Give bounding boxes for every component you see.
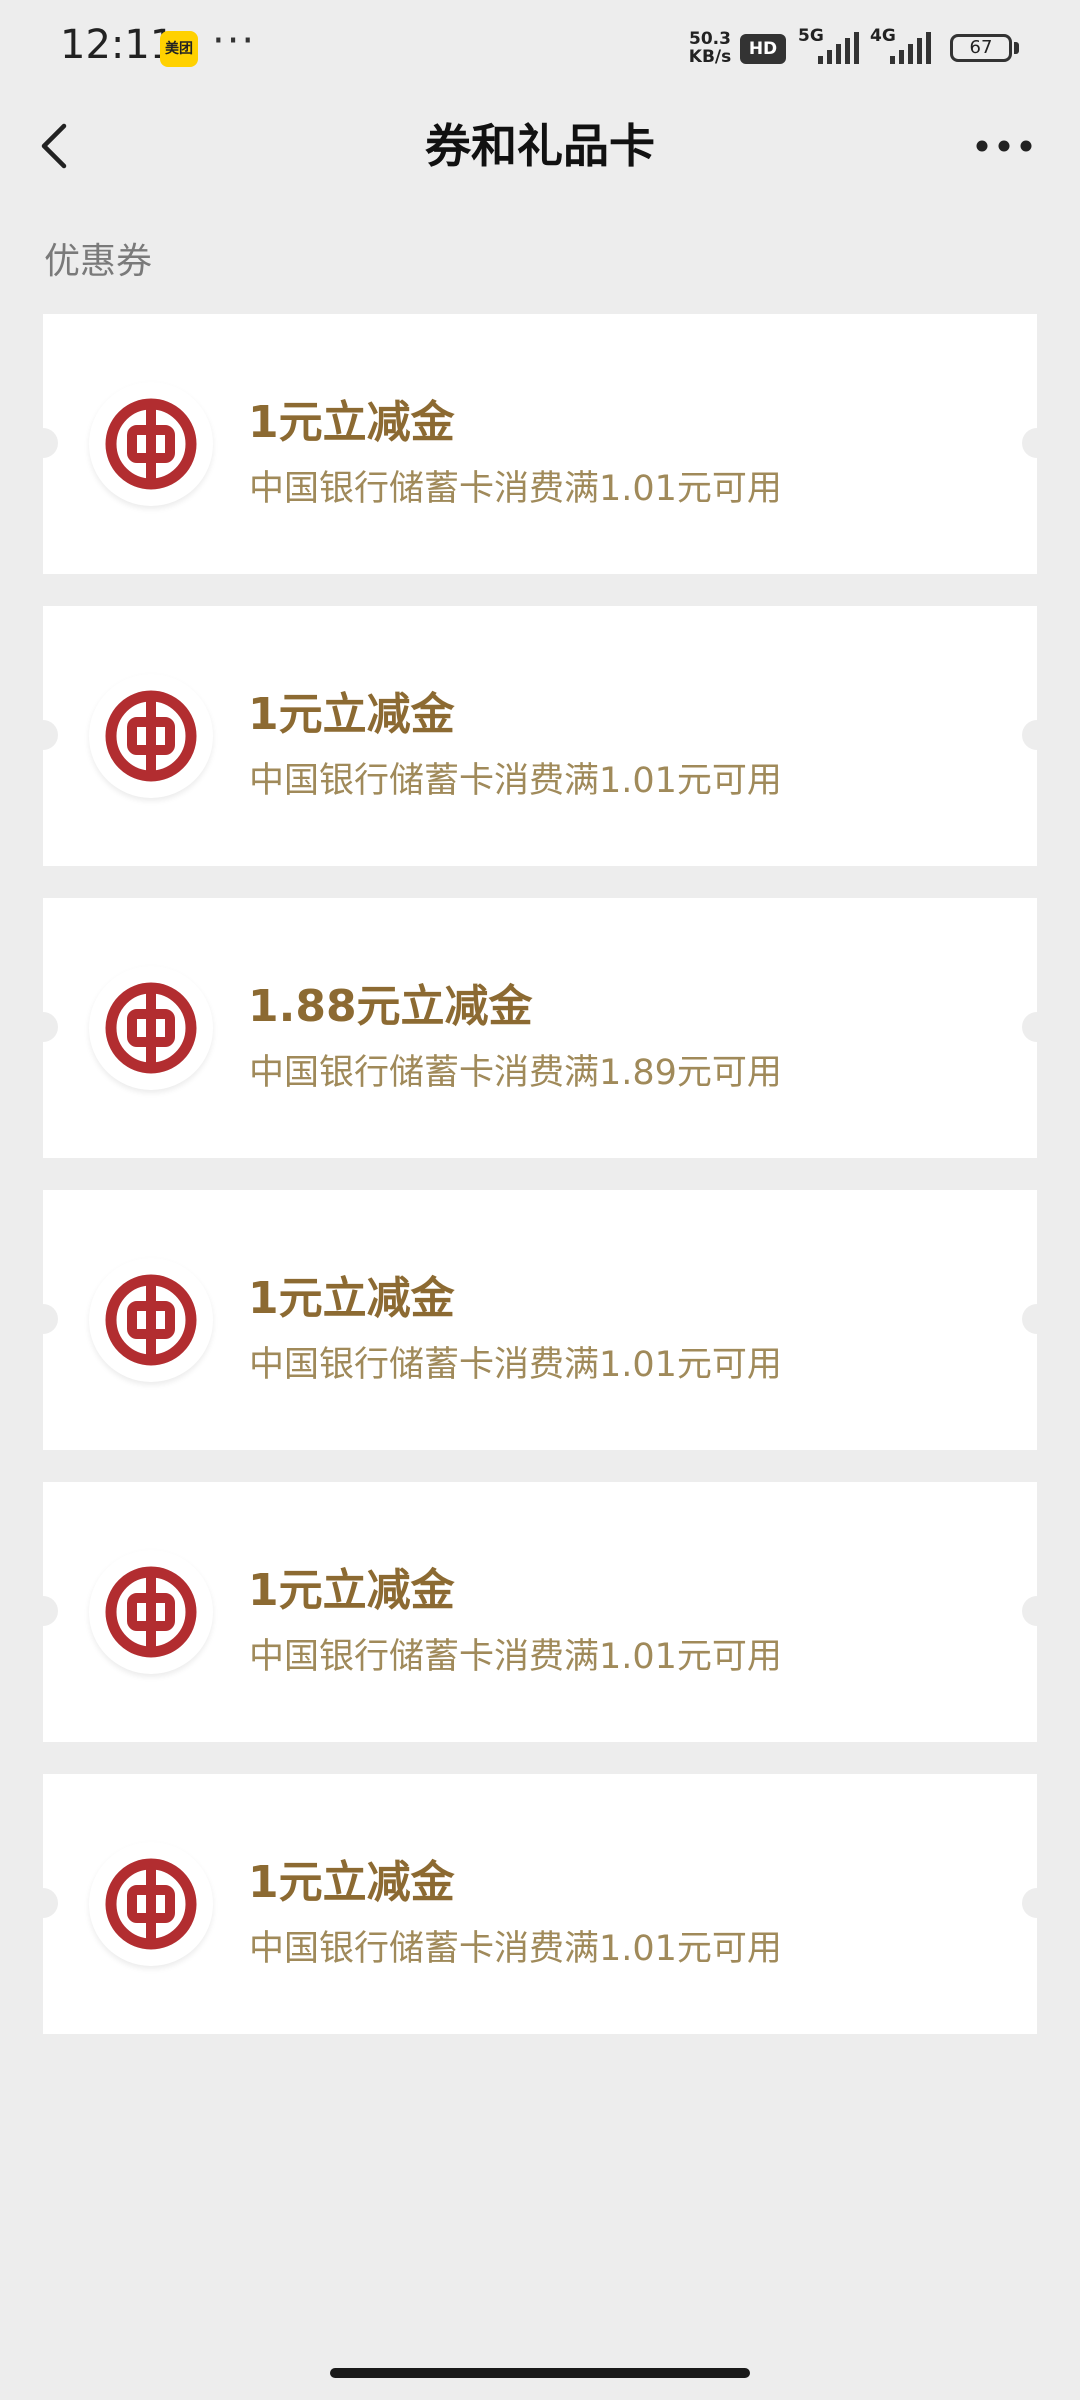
back-button[interactable] [28, 114, 92, 178]
coupon-card[interactable]: 1元立减金 中国银行储蓄卡消费满1.01元可用 [28, 1482, 1052, 1742]
coupon-description: 中国银行储蓄卡消费满1.01元可用 [249, 761, 782, 801]
coupon-list: 1元立减金 中国银行储蓄卡消费满1.01元可用 1元立减金 中国银行储蓄卡消费满… [28, 314, 1052, 2066]
coupon-title: 1元立减金 [248, 1273, 455, 1324]
network-speed: 50.3 KB/s [684, 30, 736, 66]
section-label-coupons: 优惠券 [44, 241, 153, 282]
meituan-app-icon: 美团 [160, 31, 198, 67]
coupon-title: 1元立减金 [248, 1565, 455, 1616]
bank-of-china-logo-icon [89, 966, 213, 1090]
battery-icon: 67 [950, 34, 1012, 62]
card-notch [1022, 1304, 1052, 1334]
notification-more-icon: ··· [212, 18, 257, 64]
card-notch [1022, 1596, 1052, 1626]
network-speed-unit: KB/s [688, 47, 732, 67]
bank-of-china-logo-icon [89, 1258, 213, 1382]
card-notch [28, 1304, 58, 1334]
chevron-left-icon [41, 123, 67, 169]
coupon-card[interactable]: 1元立减金 中国银行储蓄卡消费满1.01元可用 [28, 1190, 1052, 1450]
card-notch [28, 1012, 58, 1042]
page-title: 券和礼品卡 [425, 119, 655, 173]
bank-of-china-logo-icon [89, 382, 213, 506]
card-notch [28, 428, 58, 458]
card-notch [1022, 1888, 1052, 1918]
coupon-description: 中国银行储蓄卡消费满1.01元可用 [249, 1929, 782, 1969]
coupon-description: 中国银行储蓄卡消费满1.01元可用 [249, 469, 782, 509]
bank-of-china-logo-icon [89, 1550, 213, 1674]
card-notch [28, 1888, 58, 1918]
nav-header: 券和礼品卡 [0, 96, 1080, 196]
card-notch [28, 1596, 58, 1626]
battery-level: 67 [969, 37, 993, 58]
coupon-title: 1.88元立减金 [248, 981, 533, 1032]
coupon-description: 中国银行储蓄卡消费满1.01元可用 [249, 1637, 782, 1677]
more-dots-icon [976, 140, 1032, 152]
bank-of-china-logo-icon [89, 674, 213, 798]
coupon-title: 1元立减金 [248, 689, 455, 740]
more-button[interactable] [970, 118, 1040, 174]
coupon-card[interactable]: 1元立减金 中国银行储蓄卡消费满1.01元可用 [28, 1774, 1052, 2034]
coupon-title: 1元立减金 [248, 397, 455, 448]
card-notch [28, 720, 58, 750]
coupon-card[interactable]: 1.88元立减金 中国银行储蓄卡消费满1.89元可用 [28, 898, 1052, 1158]
coupon-card[interactable]: 1元立减金 中国银行储蓄卡消费满1.01元可用 [28, 606, 1052, 866]
battery-tip [1014, 42, 1019, 54]
home-indicator[interactable] [330, 2368, 750, 2378]
coupon-description: 中国银行储蓄卡消费满1.89元可用 [249, 1053, 782, 1093]
status-bar: 12:11 美团 ··· 50.3 KB/s HD 5G 4G 67 [0, 0, 1080, 96]
coupon-title: 1元立减金 [248, 1857, 455, 1908]
card-notch [1022, 1012, 1052, 1042]
network-speed-value: 50.3 [689, 29, 731, 49]
card-notch [1022, 428, 1052, 458]
hd-icon: HD [740, 34, 786, 64]
bank-of-china-logo-icon [89, 1842, 213, 1966]
status-time: 12:11 [60, 22, 176, 68]
card-notch [1022, 720, 1052, 750]
coupon-description: 中国银行储蓄卡消费满1.01元可用 [249, 1345, 782, 1385]
coupon-card[interactable]: 1元立减金 中国银行储蓄卡消费满1.01元可用 [28, 314, 1052, 574]
